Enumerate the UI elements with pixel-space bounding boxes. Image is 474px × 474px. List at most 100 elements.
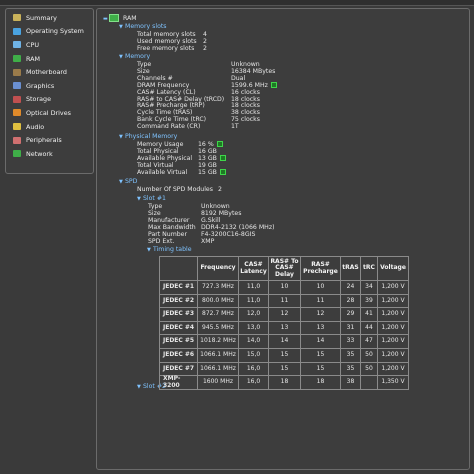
timing-cell: 47 — [360, 334, 378, 349]
table-row: JEDEC #1 727.3 MHz 11,0 10 10 24 34 1,200 V — [159, 280, 409, 295]
memory-value: 1T — [231, 123, 239, 131]
timing-column-header: Frequency — [197, 256, 239, 281]
timing-cell: 1,200 V — [377, 320, 409, 336]
spd-modules-value: 2 — [218, 186, 222, 193]
timing-cell: 12,0 — [238, 307, 269, 322]
physical-memory-key: Available Virtual — [137, 168, 188, 176]
timing-cell: 29 — [340, 307, 361, 322]
sidebar-item-network[interactable]: Network — [6, 147, 93, 161]
memory-slots-value: 2 — [203, 44, 207, 52]
timing-row-label: JEDEC #3 — [159, 307, 198, 322]
sidebar-item-audio[interactable]: Audio — [6, 120, 93, 134]
sidebar-item-summary[interactable]: Summary — [6, 11, 93, 25]
sidebar-item-label: Motherboard — [26, 68, 67, 77]
table-row: JEDEC #3 872.7 MHz 12,0 12 12 29 41 1,200 V — [159, 307, 409, 322]
sidebar-item-motherboard[interactable]: Motherboard — [6, 65, 93, 79]
timing-cell: 11,0 — [238, 280, 269, 295]
sidebar-item-cpu[interactable]: CPU — [6, 38, 93, 52]
timing-cell: 1,200 V — [377, 347, 409, 363]
timing-cell: 31 — [340, 320, 361, 336]
sidebar-item-label: Audio — [26, 122, 45, 131]
ram-detail-panel: ▬ RAM ▼ Memory slots Total memory slots 4 Use… — [96, 8, 470, 470]
graphics-icon — [13, 82, 21, 90]
memory-key: Command Rate (CR) — [137, 123, 201, 131]
timing-row-label: JEDEC #7 — [159, 361, 198, 377]
timing-cell: 11 — [268, 293, 301, 309]
table-row: XMP-3200 1600 MHz 16,0 18 18 38 1,350 V — [159, 375, 409, 391]
timing-cell: 50 — [360, 361, 378, 377]
timing-cell: 39 — [360, 293, 378, 309]
sidebar-item-label: RAM — [26, 54, 41, 63]
timing-row-label: XMP-3200 — [159, 375, 198, 391]
timing-column-header: RAS# To CAS# Delay — [268, 256, 301, 281]
cpu-icon — [13, 41, 21, 49]
storage-icon — [13, 95, 21, 103]
timing-cell: 1,200 V — [377, 361, 409, 377]
sidebar-item-peripherals[interactable]: Peripherals — [6, 133, 93, 147]
timing-cell: 16,0 — [238, 361, 269, 377]
sidebar-item-label: CPU — [26, 40, 39, 49]
timing-column-header: Voltage — [377, 256, 409, 281]
physical-memory-section[interactable]: ▼ Physical Memory — [119, 133, 177, 141]
timing-cell: 44 — [360, 320, 378, 336]
slot-1-key: SPD Ext. — [148, 237, 175, 245]
timing-cell: 15 — [268, 347, 301, 363]
timing-cell: 15 — [300, 347, 341, 363]
timing-column-header: CAS# Latency — [238, 256, 269, 281]
timing-cell: 34 — [360, 280, 378, 295]
timing-cell: 11 — [300, 293, 341, 309]
timing-cell: 1,200 V — [377, 280, 409, 295]
table-row: JEDEC #4 945.5 MHz 13,0 13 13 31 44 1,200 V — [159, 320, 409, 336]
ram-section-title[interactable]: ▬ RAM — [103, 14, 137, 23]
timing-cell: 28 — [340, 293, 361, 309]
status-indicator-icon — [270, 81, 277, 88]
timing-cell: 16,0 — [238, 375, 269, 391]
optical-drive-icon — [13, 109, 21, 117]
timing-cell: 13,0 — [238, 320, 269, 336]
sidebar-item-ram[interactable]: RAM — [6, 52, 93, 66]
timing-cell: 18 — [268, 375, 301, 391]
timing-cell: 13 — [300, 320, 341, 336]
timing-table-header: Frequency CAS# Latency RAS# To CAS# Delay R… — [159, 256, 409, 281]
status-indicator-icon — [216, 141, 223, 147]
sidebar-item-label: Network — [26, 149, 53, 158]
sidebar-item-storage[interactable]: Storage — [6, 93, 93, 107]
timing-cell: 10 — [268, 280, 301, 295]
slot-1-section[interactable]: ▼ Slot #1 — [137, 195, 166, 203]
timing-cell: 1600 MHz — [197, 375, 239, 391]
memory-slots-section[interactable]: ▼ Memory slots — [119, 23, 167, 31]
timing-cell: 1,200 V — [377, 293, 409, 309]
timing-cell: 35 — [340, 347, 361, 363]
table-row: JEDEC #7 1066.1 MHz 16,0 15 15 35 50 1,200 V — [159, 361, 409, 377]
timing-cell: 1,200 V — [377, 334, 409, 349]
sidebar-item-optical-drives[interactable]: Optical Drives — [6, 106, 93, 120]
status-indicator-icon — [219, 168, 226, 175]
timing-table-section[interactable]: ▼ Timing table — [147, 246, 192, 254]
timing-cell: 10 — [300, 280, 341, 295]
sidebar-item-label: Graphics — [26, 81, 55, 90]
sidebar-item-graphics[interactable]: Graphics — [6, 79, 93, 93]
sidebar-item-operating-system[interactable]: Operating System — [6, 25, 93, 39]
physical-memory-value: 15 GB — [198, 168, 226, 176]
timing-cell: 35 — [340, 361, 361, 377]
timing-cell: 800.0 MHz — [197, 293, 239, 309]
memory-slots-key: Free memory slots — [137, 44, 195, 52]
timing-cell: 33 — [340, 334, 361, 349]
timing-cell: 18 — [300, 375, 341, 391]
spd-modules-key: Number Of SPD Modules — [137, 186, 213, 193]
timing-cell: 15 — [268, 361, 301, 377]
timing-cell: 13 — [268, 320, 301, 336]
timing-cell: 12 — [268, 307, 301, 322]
timing-cell — [360, 375, 378, 391]
timing-cell: 14 — [268, 334, 301, 349]
peripherals-icon — [13, 136, 21, 144]
timing-cell: 1,350 V — [377, 375, 409, 391]
spd-section[interactable]: ▼ SPD — [119, 178, 137, 186]
audio-icon — [13, 123, 21, 131]
network-icon — [13, 150, 21, 158]
slot-1-value: XMP — [201, 237, 215, 245]
timing-cell: 1066.1 MHz — [197, 361, 239, 377]
memory-section[interactable]: ▼ Memory — [119, 53, 150, 61]
timing-cell: 15,0 — [238, 347, 269, 363]
timing-cell: 14,0 — [238, 334, 269, 349]
